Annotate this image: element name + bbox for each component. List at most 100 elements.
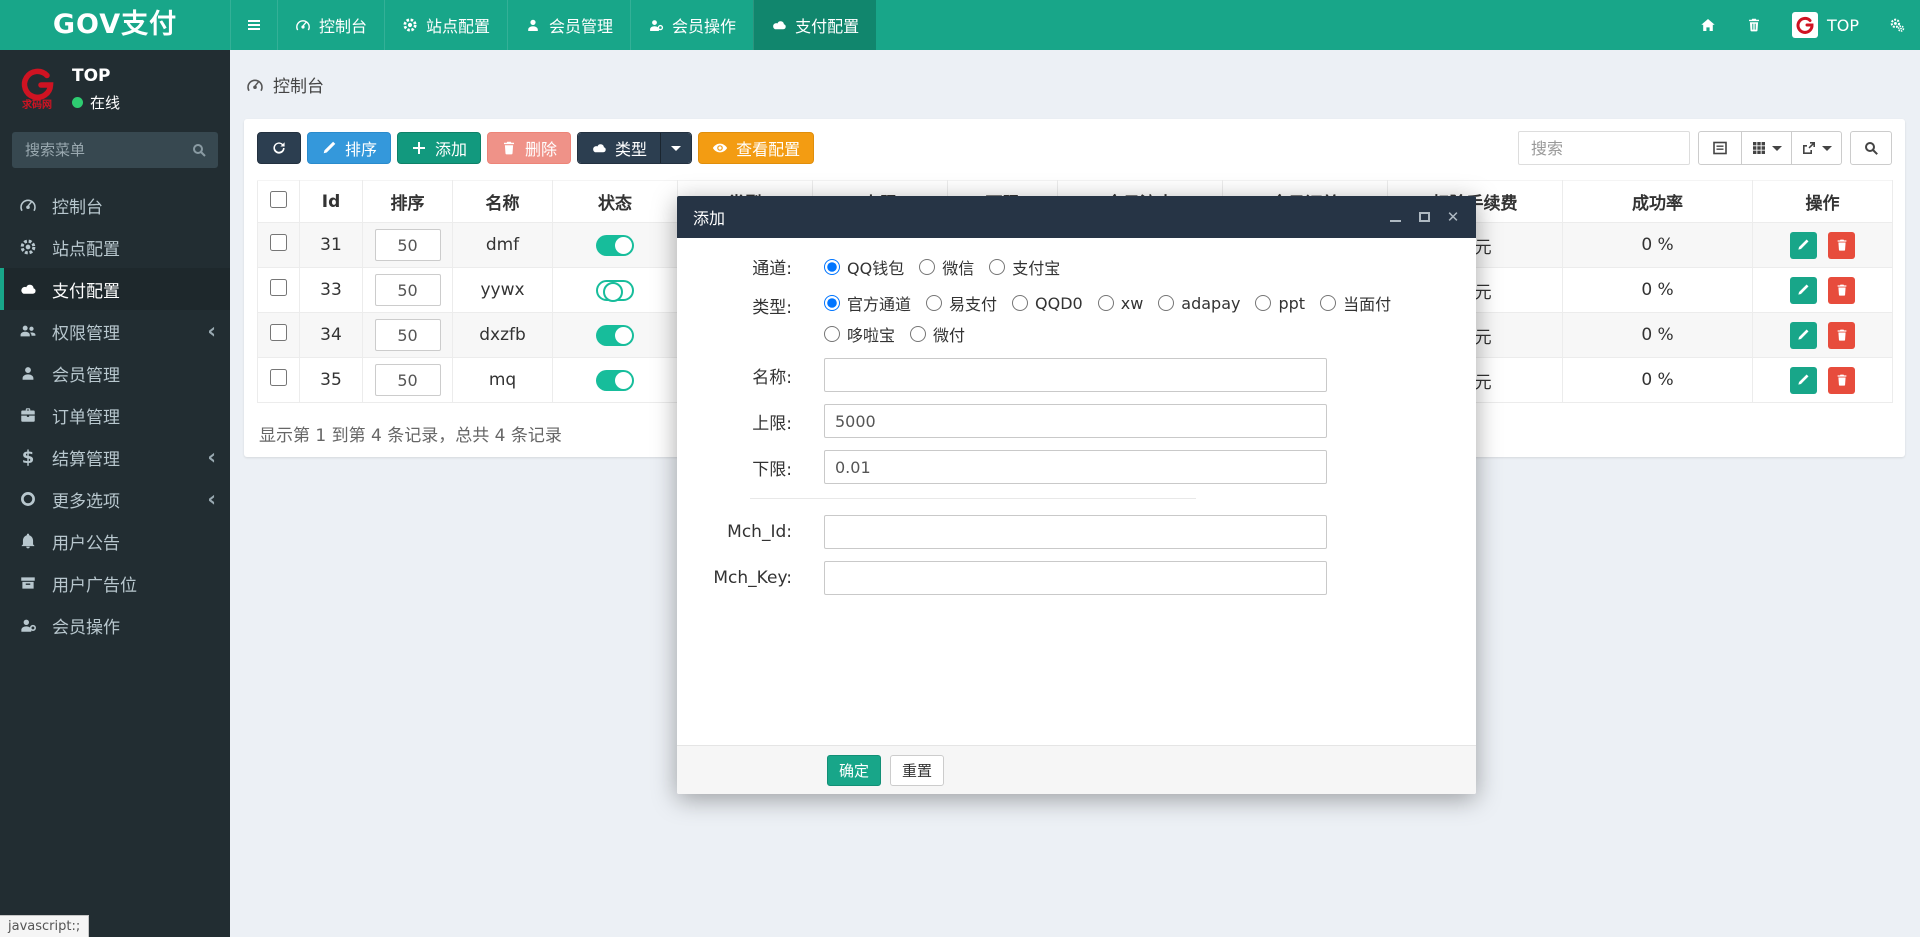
clear-cache-button[interactable] <box>1731 17 1777 33</box>
radio-type-adapay[interactable]: adapay <box>1158 294 1240 313</box>
delete-row-button[interactable] <box>1828 277 1855 304</box>
confirm-button[interactable]: 确定 <box>827 755 881 786</box>
user-menu[interactable]: TOP <box>1777 12 1874 38</box>
mch-id-field: Mch_Id: <box>677 515 1476 549</box>
nav-item-site-config[interactable]: 站点配置 <box>384 0 507 50</box>
type-button-caret[interactable] <box>660 133 691 163</box>
sidebar-toggle-button[interactable] <box>230 0 277 50</box>
sidebar-item-member-ops[interactable]: 会员操作 <box>0 604 230 646</box>
mch-id-label: Mch_Id: <box>677 522 792 542</box>
radio-label: 易支付 <box>949 291 997 315</box>
nav-item-label: 会员操作 <box>672 13 736 37</box>
settings-button[interactable] <box>1874 17 1920 33</box>
minimize-button[interactable] <box>1388 210 1402 224</box>
export-dropdown-button[interactable] <box>1791 131 1842 165</box>
status-toggle[interactable] <box>596 280 634 301</box>
row-checkbox[interactable] <box>270 369 287 386</box>
sidebar-item-site-config[interactable]: 站点配置 <box>0 226 230 268</box>
delete-row-button[interactable] <box>1828 232 1855 259</box>
radio-type-qqd0[interactable]: QQD0 <box>1012 294 1083 313</box>
radio-type-xw[interactable]: xw <box>1098 294 1144 313</box>
type-button-main[interactable]: 类型 <box>578 133 660 163</box>
upper-limit-input[interactable] <box>824 404 1327 438</box>
sidebar-item-pay-config[interactable]: 支付配置 <box>0 268 230 310</box>
close-button[interactable]: ✕ <box>1446 210 1460 224</box>
radio-type-dangmianfu[interactable]: 当面付 <box>1320 291 1391 315</box>
nav-item-pay-config[interactable]: 支付配置 <box>753 0 876 50</box>
mch-id-input[interactable] <box>824 515 1327 549</box>
caret-down-icon <box>1822 146 1832 151</box>
nav-item-member-manage[interactable]: 会员管理 <box>507 0 630 50</box>
refresh-button[interactable] <box>257 132 301 164</box>
status-toggle[interactable] <box>596 235 634 256</box>
pagination-toggle-button[interactable] <box>1698 131 1742 165</box>
edit-row-button[interactable] <box>1790 277 1817 304</box>
radio-channel-wechat[interactable]: 微信 <box>919 255 974 279</box>
radio-label: ppt <box>1278 294 1305 313</box>
radio-channel-alipay[interactable]: 支付宝 <box>989 255 1060 279</box>
radio-label: 哆啦宝 <box>847 322 895 346</box>
sort-order-input[interactable] <box>375 364 441 396</box>
row-checkbox[interactable] <box>270 234 287 251</box>
search-icon <box>191 142 207 158</box>
maximize-button[interactable] <box>1417 210 1431 224</box>
radio-type-weifu[interactable]: 微付 <box>910 322 965 346</box>
columns-dropdown-button[interactable] <box>1741 131 1792 165</box>
sidebar-item-ad-slots[interactable]: 用户广告位 <box>0 562 230 604</box>
home-button[interactable] <box>1685 17 1731 33</box>
sidebar-item-more-options[interactable]: 更多选项 ‹ <box>0 478 230 520</box>
nav-item-dashboard[interactable]: 控制台 <box>277 0 384 50</box>
trash-icon <box>501 140 517 156</box>
toolbar: 排序 添加 删除 类型 查看配置 <box>257 131 1892 165</box>
sort-order-input[interactable] <box>375 319 441 351</box>
view-config-button-label: 查看配置 <box>736 136 800 160</box>
gear-icon <box>402 17 418 33</box>
radio-type-official[interactable]: 官方通道 <box>824 291 911 315</box>
delete-button[interactable]: 删除 <box>487 132 571 164</box>
sort-button[interactable]: 排序 <box>307 132 391 164</box>
name-input[interactable] <box>824 358 1327 392</box>
edit-row-button[interactable] <box>1790 322 1817 349</box>
dialog-titlebar[interactable]: 添加 ✕ <box>677 196 1476 238</box>
table-search-input[interactable] <box>1518 131 1690 165</box>
sidebar-username: TOP <box>72 66 120 86</box>
sidebar-item-permissions[interactable]: 权限管理 ‹ <box>0 310 230 352</box>
status-toggle[interactable] <box>596 370 634 391</box>
add-button[interactable]: 添加 <box>397 132 481 164</box>
row-checkbox[interactable] <box>270 324 287 341</box>
edit-row-button[interactable] <box>1790 232 1817 259</box>
sort-order-input[interactable] <box>375 229 441 261</box>
user-icon <box>525 17 541 33</box>
lower-limit-input[interactable] <box>824 450 1327 484</box>
sidebar-item-announcements[interactable]: 用户公告 <box>0 520 230 562</box>
cell-name: dxzfb <box>453 313 553 358</box>
reset-button[interactable]: 重置 <box>890 755 944 786</box>
status-toggle[interactable] <box>596 325 634 346</box>
delete-row-button[interactable] <box>1828 367 1855 394</box>
select-all-checkbox[interactable] <box>270 191 287 208</box>
add-button-label: 添加 <box>435 136 467 160</box>
sidebar-item-orders[interactable]: 订单管理 <box>0 394 230 436</box>
radio-channel-qq[interactable]: QQ钱包 <box>824 255 904 279</box>
column-header: Id <box>300 181 363 223</box>
table-search-button[interactable] <box>1850 131 1892 165</box>
delete-row-button[interactable] <box>1828 322 1855 349</box>
view-config-button[interactable]: 查看配置 <box>698 132 814 164</box>
radio-type-duolabao[interactable]: 哆啦宝 <box>824 322 895 346</box>
sort-order-input[interactable] <box>375 274 441 306</box>
brand-logo[interactable]: GOV支付 <box>0 0 230 50</box>
edit-row-button[interactable] <box>1790 367 1817 394</box>
sidebar-item-settlement[interactable]: $ 结算管理 ‹ <box>0 436 230 478</box>
briefcase-icon <box>16 406 40 424</box>
row-checkbox[interactable] <box>270 279 287 296</box>
sidebar-item-dashboard[interactable]: 控制台 <box>0 184 230 226</box>
radio-type-ppt[interactable]: ppt <box>1255 294 1305 313</box>
circle-o-icon <box>16 490 40 508</box>
nav-item-member-ops[interactable]: 会员操作 <box>630 0 753 50</box>
cell-success-rate: 0 % <box>1563 358 1753 403</box>
sidebar-item-member-manage[interactable]: 会员管理 <box>0 352 230 394</box>
eye-icon <box>712 140 728 156</box>
radio-type-yipay[interactable]: 易支付 <box>926 291 997 315</box>
mch-key-input[interactable] <box>824 561 1327 595</box>
sidebar-search-input[interactable] <box>12 132 218 168</box>
